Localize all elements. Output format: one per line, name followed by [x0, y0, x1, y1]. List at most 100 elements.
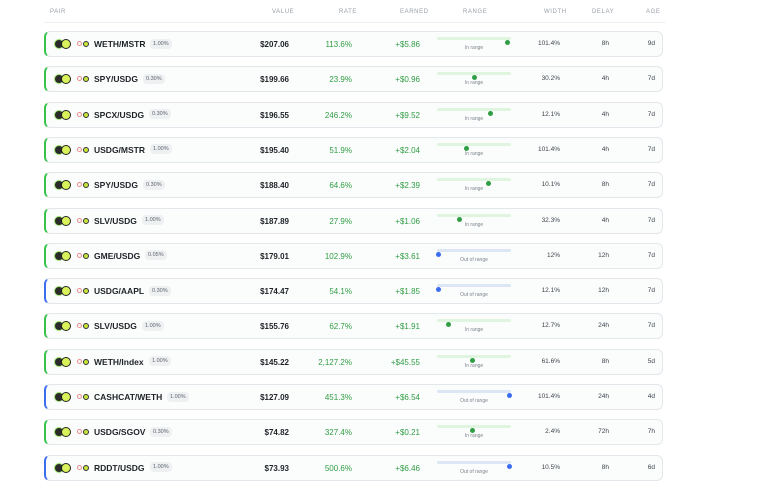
- table-row[interactable]: SLV/USDG 1.00% $187.89 27.9% +$1.06 In range 3…: [44, 207, 663, 234]
- position-value: $179.01: [260, 251, 289, 261]
- position-age: 4d: [647, 393, 655, 400]
- pair-name: RDDT/USDG: [94, 462, 145, 473]
- position-delay: 8h: [601, 463, 609, 471]
- table-row[interactable]: USDG/SGOV 0.30% $74.82 327.4% +$0.21 In range…: [44, 419, 663, 446]
- table-row[interactable]: SPCX/USDG 0.30% $196.55 246.2% +$9.52 In rang…: [44, 101, 663, 128]
- position-age: 5d: [647, 357, 655, 365]
- token-b-icon: [61, 250, 71, 261]
- position-rate: 246.2%: [324, 110, 352, 120]
- table-row[interactable]: SPY/USDG 0.30% $188.40 64.6% +$2.39 In range 1…: [44, 172, 663, 199]
- table-row[interactable]: GME/USDG 0.05% $179.01 102.9% +$3.61 Out of r…: [44, 242, 663, 269]
- dex-icon: [83, 111, 89, 118]
- token-pair-icon: [54, 356, 76, 368]
- dex-icon: [83, 288, 89, 295]
- table-row[interactable]: USDG/MSTR 1.00% $195.40 51.9% +$2.04 In range…: [44, 136, 663, 163]
- dex-icon: [83, 323, 89, 330]
- protocol-icons: [77, 429, 90, 436]
- table-row[interactable]: SLV/USDG 1.00% $155.76 62.7% +$1.91 In range 1…: [44, 313, 663, 340]
- pair-name: USDG/SGOV: [94, 427, 146, 438]
- range-bar: [437, 354, 511, 363]
- fee-badge: 0.30%: [149, 109, 171, 120]
- position-earned: +$5.86: [395, 40, 420, 49]
- token-b-icon: [61, 427, 71, 438]
- protocol-icons: [77, 252, 90, 260]
- position-delay: 12h: [598, 287, 609, 295]
- position-delay: 8h: [601, 181, 609, 189]
- pair-name: GME/USDG: [94, 250, 141, 261]
- table-row[interactable]: RDDT/USDG 1.00% $73.93 500.6% +$6.46 Out of r…: [44, 454, 663, 481]
- table-row[interactable]: WETH/MSTR 1.00% $207.06 113.6% +$5.86 In rang…: [44, 31, 663, 57]
- position-rate: 51.9%: [329, 145, 352, 155]
- chain-icon: [77, 146, 82, 152]
- position-value: $195.40: [260, 145, 289, 155]
- range-bar: [437, 425, 511, 434]
- range-status: In range: [464, 80, 484, 87]
- position-rate: 102.9%: [324, 251, 352, 261]
- protocol-icons: [77, 464, 90, 472]
- position-age: 7d: [647, 145, 655, 153]
- chain-icon: [77, 288, 82, 294]
- position-age: 6d: [647, 463, 655, 471]
- fee-badge: 0.30%: [149, 285, 171, 296]
- range-width: 2.4%: [545, 428, 560, 436]
- token-b-icon: [61, 462, 71, 473]
- range-width: 30.2%: [541, 75, 560, 83]
- range-status: Out of range: [460, 292, 488, 299]
- range-status: In range: [464, 221, 484, 228]
- position-value: $127.09: [260, 393, 289, 402]
- range-width: 12%: [546, 251, 560, 259]
- token-pair-icon: [54, 321, 76, 332]
- range-status: In range: [464, 45, 484, 51]
- position-delay: 4h: [601, 110, 609, 118]
- pair-name: SPY/USDG: [94, 74, 138, 85]
- range-bar: [437, 460, 513, 469]
- position-earned: +$3.61: [395, 251, 420, 261]
- range-width: 12.1%: [541, 287, 560, 295]
- chain-icon: [77, 464, 82, 470]
- range-bar: [437, 37, 511, 45]
- dex-icon: [83, 394, 89, 400]
- pair-name: WETH/MSTR: [94, 39, 146, 49]
- dex-icon: [83, 464, 89, 471]
- position-age: 7d: [647, 75, 655, 83]
- chain-icon: [77, 217, 82, 223]
- position-rate: 500.6%: [324, 463, 352, 473]
- position-age: 7d: [647, 322, 655, 330]
- table-row[interactable]: SPY/USDG 0.30% $199.66 23.9% +$0.96 In range 3…: [44, 66, 663, 93]
- pair-name: WETH/Index: [94, 356, 144, 367]
- range-status: In range: [464, 433, 484, 440]
- fee-badge: 0.30%: [143, 73, 165, 84]
- position-value: $199.66: [260, 75, 289, 85]
- table-row[interactable]: CASHCAT/WETH 1.00% $127.09 451.3% +$6.54 Out …: [44, 384, 663, 410]
- position-age: 7d: [647, 110, 655, 118]
- range-bar: [437, 390, 513, 398]
- chain-icon: [77, 41, 82, 46]
- table-row[interactable]: WETH/Index 1.00% $145.22 2,127.2% +$45.55 In …: [44, 348, 663, 375]
- token-b-icon: [61, 321, 71, 332]
- range-width: 101.4%: [537, 145, 560, 153]
- pair-name: SPCX/USDG: [94, 109, 145, 120]
- token-b-icon: [61, 109, 71, 120]
- pair-name: SPY/USDG: [94, 180, 138, 191]
- position-rate: 327.4%: [324, 428, 352, 438]
- token-pair-icon: [54, 39, 76, 50]
- fee-badge: 1.00%: [142, 320, 164, 331]
- range-status: In range: [464, 186, 484, 193]
- position-delay: 24h: [598, 393, 609, 400]
- dex-icon: [83, 217, 89, 224]
- chain-icon: [77, 76, 82, 82]
- position-delay: 24h: [598, 322, 609, 330]
- range-status: In range: [464, 150, 484, 157]
- range-bar: [437, 319, 511, 328]
- header-pair: PAIR: [50, 9, 66, 15]
- position-value: $155.76: [260, 322, 289, 332]
- position-age: 7d: [647, 287, 655, 295]
- dex-icon: [83, 429, 89, 436]
- position-age: 7d: [647, 181, 655, 189]
- position-value: $74.82: [264, 428, 289, 438]
- table-row[interactable]: USDG/AAPL 0.30% $174.47 54.1% +$1.85 Out of r…: [44, 278, 663, 305]
- range-status: In range: [464, 327, 484, 334]
- position-value: $196.55: [260, 110, 289, 120]
- position-earned: +$1.91: [395, 322, 420, 332]
- range-width: 12.1%: [541, 110, 560, 118]
